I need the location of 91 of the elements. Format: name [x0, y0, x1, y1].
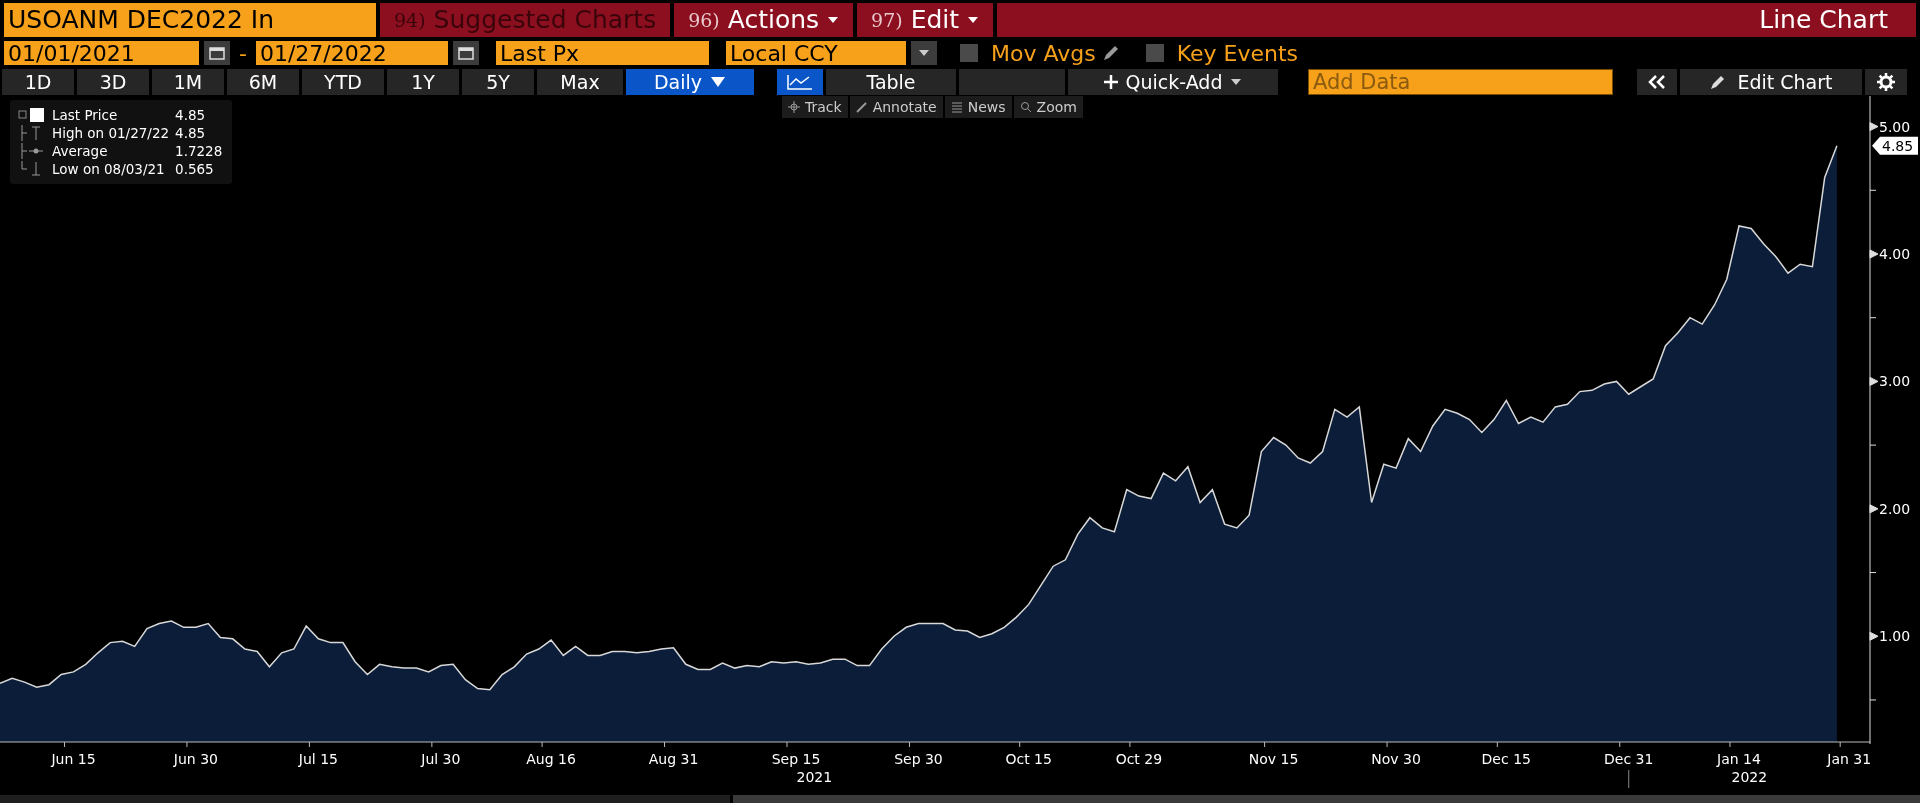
axis-label: Nov 30: [1371, 751, 1421, 768]
axis-label: Oct 29: [1115, 751, 1163, 768]
table-tab[interactable]: Table: [826, 68, 956, 95]
axis-label: Jan 14: [1717, 751, 1761, 768]
axis-label: Dec 15: [1481, 751, 1531, 768]
option-label: Mov Avgs: [990, 40, 1096, 66]
end-date-field[interactable]: 01/27/2022: [255, 41, 448, 66]
menu-button[interactable]: 96) Actions: [674, 2, 854, 37]
line-chart-button[interactable]: [777, 68, 823, 95]
chart-tool-button[interactable]: Annotate: [849, 96, 943, 119]
calendar-icon: [457, 46, 474, 61]
legend-value: 4.85: [175, 124, 207, 143]
axis-label: Oct 15: [1005, 751, 1052, 768]
axis-label: Jul 30: [421, 751, 461, 768]
frequency-dropdown[interactable]: Daily: [626, 68, 754, 95]
calendar-button[interactable]: [452, 41, 479, 66]
dropdown-button[interactable]: [910, 41, 937, 66]
series-swatch-icon: [18, 107, 46, 124]
period-button[interactable]: 5Y: [462, 68, 534, 95]
period-button[interactable]: YTD: [302, 68, 384, 95]
double-chevron-icon: [1648, 74, 1666, 89]
axis-label: Jun 15: [51, 751, 96, 768]
menu-button[interactable]: 97) Edit: [857, 2, 994, 37]
axis-label: Sep 30: [894, 751, 943, 768]
legend-value: 4.85: [175, 106, 207, 125]
axis-label: Sep 15: [771, 751, 821, 768]
axis-label: Jan 31: [1827, 751, 1872, 768]
axis-label: 3.00: [1879, 373, 1911, 390]
axis-label: 5.00: [1879, 118, 1911, 135]
calendar-button[interactable]: [204, 41, 230, 66]
axis-label: 2.00: [1879, 501, 1911, 518]
menu-number: 97): [871, 8, 903, 31]
edit-chart-button[interactable]: Edit Chart: [1680, 68, 1862, 95]
axis-label: 1.00: [1879, 628, 1911, 645]
period-button[interactable]: 1Y: [387, 68, 459, 95]
axis-label: Jul 15: [298, 751, 338, 768]
add-data-field[interactable]: Add Data: [1308, 68, 1613, 95]
start-date-field[interactable]: 01/01/2021: [4, 41, 199, 66]
pencil-icon: [855, 101, 868, 114]
year-divider: [1628, 769, 1630, 789]
window-title: Line Chart: [1759, 5, 1888, 35]
axis-label: Aug 31: [648, 751, 699, 768]
news-icon: [950, 101, 963, 114]
axis-label: Dec 31: [1604, 751, 1654, 768]
menu-label: Suggested Charts: [433, 5, 657, 35]
checkbox[interactable]: [1145, 44, 1164, 63]
collapse-button[interactable]: [1637, 68, 1677, 95]
year-label: 2022: [1731, 769, 1768, 786]
field-selector[interactable]: Last Px: [495, 41, 709, 66]
legend-label: Last Price: [52, 106, 119, 125]
caret-icon: [917, 49, 930, 58]
chart-tool-button[interactable]: Track: [782, 96, 848, 119]
axis-label: Aug 16: [526, 751, 576, 768]
legend-label: High on 01/27/22: [52, 124, 170, 143]
menu-label: Actions: [727, 5, 820, 35]
quick-add-button[interactable]: Quick-Add: [1068, 68, 1278, 95]
chart-tool-button[interactable]: Zoom: [1013, 96, 1083, 119]
currency-dropdown[interactable]: Local CCY: [725, 41, 906, 66]
legend-value: 0.565: [175, 160, 215, 179]
menu-label: Edit: [910, 5, 960, 35]
period-button[interactable]: 1M: [152, 68, 224, 95]
scrollbar-thumb[interactable]: [733, 795, 1920, 803]
calendar-icon: [209, 46, 225, 61]
crosshair-icon: [788, 101, 800, 114]
security-field[interactable]: USOANM DEC2022 In: [4, 2, 376, 37]
settings-button[interactable]: [1865, 68, 1907, 95]
legend-label: Low on 08/03/21: [52, 160, 166, 179]
year-label: 2021: [796, 769, 833, 786]
average-marker-icon: [18, 143, 46, 160]
legend-value: 1.7228: [175, 142, 223, 161]
period-button[interactable]: 1D: [2, 68, 74, 95]
period-button[interactable]: 3D: [77, 68, 149, 95]
caret-icon: [710, 75, 727, 88]
menu-number: 96): [688, 8, 720, 31]
period-button[interactable]: 6M: [227, 68, 299, 95]
option-label: Key Events: [1176, 40, 1298, 66]
axis-label: 4.00: [1879, 246, 1911, 263]
line-chart-icon: [787, 73, 813, 90]
checkbox[interactable]: [959, 44, 978, 63]
last-price-tag: 4.85: [1872, 136, 1918, 155]
menu-number: 94): [394, 8, 426, 31]
search-icon: [1019, 101, 1032, 114]
legend-label: Average: [52, 142, 109, 161]
caret-icon: [1230, 77, 1243, 86]
date-separator: -: [238, 40, 248, 66]
axis-label: Jun 30: [173, 751, 218, 768]
period-button[interactable]: Max: [537, 68, 623, 95]
axis-label: Nov 15: [1248, 751, 1299, 768]
settings-icon: [1877, 72, 1895, 91]
chart-tool-button[interactable]: News: [944, 96, 1012, 119]
plus-icon: [1103, 74, 1118, 89]
